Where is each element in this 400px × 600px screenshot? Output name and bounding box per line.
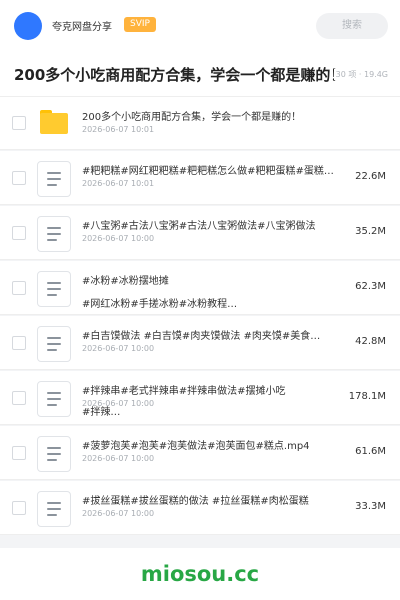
folder-header: 200多个小吃商用配方合集，学会一个都是赚的！ 30 项 · 19.4G: [0, 52, 400, 97]
row-checkbox[interactable]: [12, 390, 26, 405]
document-icon: [37, 270, 71, 307]
row-checkbox[interactable]: [12, 445, 26, 460]
row-checkbox[interactable]: [12, 500, 26, 515]
file-date: 2026-06-07 10:00: [82, 234, 155, 243]
footer: miosou.cc: [0, 548, 400, 600]
app-name: 夸克网盘分享: [52, 22, 112, 33]
folder-meta: 30 项 · 19.4G: [333, 69, 388, 80]
file-name-continued: #拌辣…: [82, 407, 121, 418]
row-checkbox[interactable]: [12, 170, 26, 185]
row-checkbox[interactable]: [12, 335, 26, 350]
file-name: #冰粉#冰粉摆地摊: [82, 276, 169, 287]
document-icon: [37, 160, 71, 197]
file-name: #菠萝泡芙#泡芙#泡芙做法#泡芙面包#糕点.mp4: [82, 441, 310, 452]
document-icon: [37, 325, 71, 362]
list-item[interactable]: #拔丝蛋糕#拔丝蛋糕的做法 #拉丝蛋糕#肉松蛋糕 2026-06-07 10:0…: [0, 481, 400, 535]
file-size: 178.1M: [348, 390, 386, 402]
file-size: 33.3M: [355, 500, 386, 512]
file-list: 200多个小吃商用配方合集，学会一个都是赚的！ 2026-06-07 10:01…: [0, 97, 400, 536]
list-item[interactable]: #拌辣串#老式拌辣串#拌辣串做法#摆摊小吃 2026-06-07 10:00 #…: [0, 371, 400, 425]
file-name-continued: #网红冰粉#手搓冰粉#冰粉教程…: [82, 299, 238, 310]
document-icon: [37, 380, 71, 417]
search-input[interactable]: 搜索: [316, 13, 388, 39]
file-name: 200多个小吃商用配方合集，学会一个都是赚的！: [82, 112, 302, 123]
list-item[interactable]: #粑粑糕#网红粑粑糕#粑粑糕怎么做#粑粑蛋糕#蛋糕… 2026-06-07 10…: [0, 151, 400, 205]
file-name: #拔丝蛋糕#拔丝蛋糕的做法 #拉丝蛋糕#肉松蛋糕: [82, 496, 309, 507]
top-bar: 夸克网盘分享 SVIP 搜索: [0, 0, 400, 52]
file-date: 2026-06-07 10:01: [82, 179, 155, 188]
file-name: #拌辣串#老式拌辣串#拌辣串做法#摆摊小吃: [82, 386, 286, 397]
row-checkbox[interactable]: [12, 280, 26, 295]
folder-icon: [40, 110, 68, 134]
avatar[interactable]: [14, 12, 42, 40]
file-date: 2026-06-07 10:01: [82, 125, 155, 134]
file-date: 2026-06-07 10:00: [82, 454, 155, 463]
file-size: 42.8M: [355, 335, 386, 347]
row-checkbox[interactable]: [12, 116, 26, 130]
list-item[interactable]: #白吉馍做法 #白吉馍#肉夹馍做法 #肉夹馍#美食… 2026-06-07 10…: [0, 316, 400, 370]
list-item[interactable]: #八宝粥#古法八宝粥#古法八宝粥做法#八宝粥做法 2026-06-07 10:0…: [0, 206, 400, 260]
list-item[interactable]: 200多个小吃商用配方合集，学会一个都是赚的！ 2026-06-07 10:01: [0, 97, 400, 150]
list-item[interactable]: #菠萝泡芙#泡芙#泡芙做法#泡芙面包#糕点.mp4 2026-06-07 10:…: [0, 426, 400, 480]
file-name: #粑粑糕#网红粑粑糕#粑粑糕怎么做#粑粑蛋糕#蛋糕…: [82, 166, 334, 177]
file-size: 62.3M: [355, 280, 386, 292]
watermark-brand: miosou.cc: [140, 562, 260, 586]
svip-badge: SVIP: [124, 17, 156, 32]
document-icon: [37, 490, 71, 527]
document-icon: [37, 435, 71, 472]
file-size: 35.2M: [355, 225, 386, 237]
file-date: 2026-06-07 10:00: [82, 344, 155, 353]
file-date: 2026-06-07 10:00: [82, 509, 155, 518]
file-size: 22.6M: [355, 170, 386, 182]
document-icon: [37, 215, 71, 252]
list-item[interactable]: #冰粉#冰粉摆地摊 #网红冰粉#手搓冰粉#冰粉教程… 62.3M: [0, 261, 400, 315]
file-name: #八宝粥#古法八宝粥#古法八宝粥做法#八宝粥做法: [82, 221, 316, 232]
file-name: #白吉馍做法 #白吉馍#肉夹馍做法 #肉夹馍#美食…: [82, 331, 321, 342]
page-title: 200多个小吃商用配方合集，学会一个都是赚的！: [14, 66, 346, 84]
file-size: 61.6M: [355, 445, 386, 457]
row-checkbox[interactable]: [12, 225, 26, 240]
